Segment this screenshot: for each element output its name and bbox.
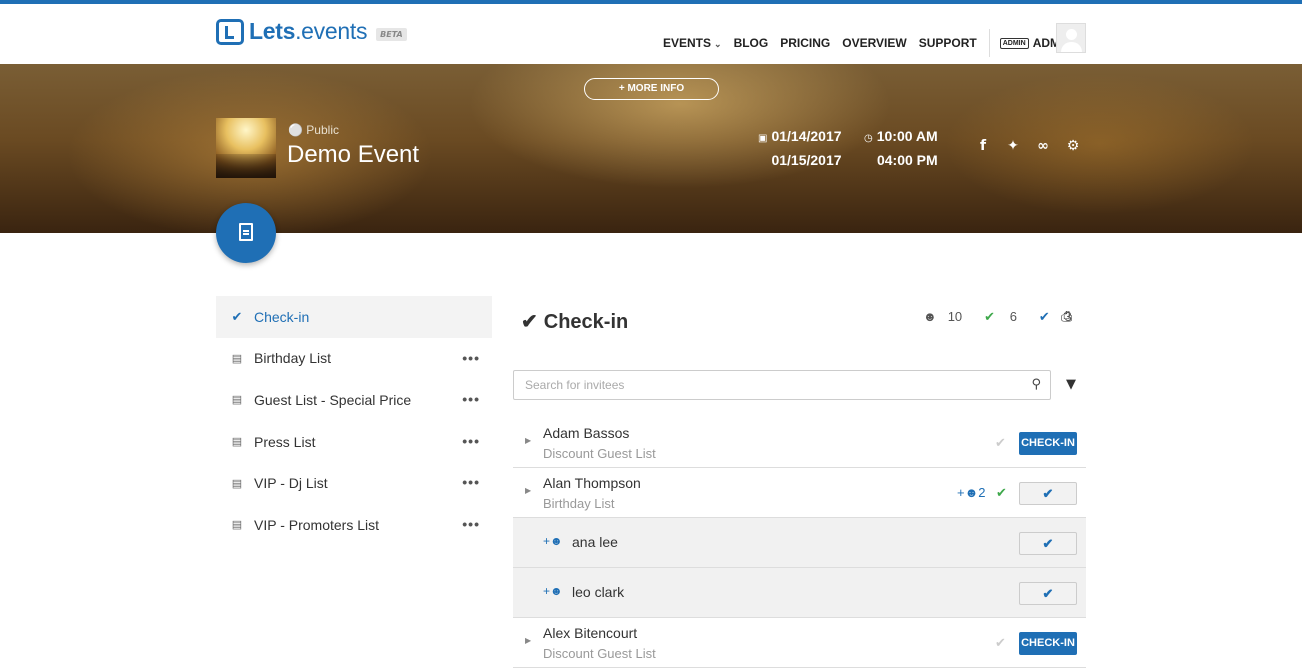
invitee-list-name: Discount Guest List [543, 446, 656, 461]
sidebar-item-guest-list-special-price[interactable]: ▤ Guest List - Special Price ••• [216, 379, 492, 421]
event-title: Demo Event [287, 141, 420, 168]
link-icon[interactable]: ∞ [1036, 138, 1050, 154]
add-user-icon: +☻ [957, 485, 979, 500]
check-icon: ✔ [521, 311, 538, 333]
check-icon: ✔ [995, 635, 1006, 650]
expand-caret-icon[interactable]: ▶ [525, 486, 531, 495]
sidebar-item-press-list[interactable]: ▤ Press List ••• [216, 421, 492, 463]
share-actions: f ✦ ∞ ⚙ [976, 138, 1096, 154]
plus-guests-count: +☻2 [957, 485, 986, 500]
site-header: Lets.events BETA EVENTS ⌄ BLOG PRICING OV… [0, 4, 1302, 64]
nav-overview[interactable]: OVERVIEW [842, 36, 906, 50]
document-icon: ▤ [231, 436, 243, 449]
checked-in-button[interactable]: ✔ [1019, 482, 1077, 505]
nav-support[interactable]: SUPPORT [919, 36, 977, 50]
globe-icon: ⚪ [288, 123, 303, 137]
check-icon: ✔ [995, 435, 1006, 450]
expand-caret-icon[interactable]: ▶ [525, 636, 531, 645]
checked-in-button[interactable]: ✔ [1019, 532, 1077, 555]
admin-badge: ADMIN [999, 37, 1029, 49]
more-info-button[interactable]: + MORE INFO [584, 78, 719, 100]
sidebar-item-label: Guest List - Special Price [254, 391, 412, 408]
print-icon[interactable]: ⎙ [1061, 309, 1072, 325]
search-icon[interactable]: ⚲ [1031, 377, 1041, 392]
page-title: ✔ Check-in [521, 311, 629, 333]
sidebar-item-vip-promoters-list[interactable]: ▤ VIP - Promoters List ••• [216, 504, 492, 546]
invitee-list-name: Discount Guest List [543, 646, 656, 661]
twitter-icon[interactable]: ✦ [1006, 138, 1020, 154]
sidebar-item-birthday-list[interactable]: ▤ Birthday List ••• [216, 338, 492, 380]
document-icon: ▤ [231, 477, 243, 490]
chevron-down-icon: ⌄ [714, 39, 722, 49]
event-banner: + MORE INFO ⚪ Public Demo Event ▣ 01/14/2… [0, 64, 1302, 233]
main-nav: EVENTS ⌄ BLOG PRICING OVERVIEW SUPPORT AD… [663, 29, 1084, 57]
beta-badge: BETA [376, 28, 407, 41]
event-thumbnail [216, 118, 276, 178]
document-icon [239, 223, 253, 241]
check-icon: ✔ [1038, 309, 1050, 324]
logo-text: Lets.events [249, 18, 368, 44]
table-row[interactable]: +☻ leo clark ✔ [513, 568, 1086, 618]
table-row[interactable]: +☻ ana lee ✔ [513, 518, 1086, 568]
clock-icon: ◷ [864, 133, 873, 144]
document-icon: ▤ [231, 352, 243, 365]
event-times: ◷ 10:00 AM 04:00 PM [864, 128, 938, 168]
gear-icon[interactable]: ⚙ [1066, 138, 1080, 154]
guest-name: ana lee [572, 534, 618, 550]
invitee-list-name: Birthday List [543, 496, 615, 511]
sidebar-item-label: VIP - Dj List [254, 475, 328, 492]
sidebar-item-label: VIP - Promoters List [254, 516, 380, 533]
expand-caret-icon[interactable]: ▶ [525, 436, 531, 445]
table-row[interactable]: ▶ Alex Bitencourt Discount Guest List ✔ … [513, 618, 1086, 668]
visibility-label: ⚪ Public [288, 123, 339, 137]
add-user-icon: +☻ [543, 534, 563, 548]
invitee-list: ▶ Adam Bassos Discount Guest List ✔ CHEC… [513, 418, 1086, 668]
logo-icon [216, 18, 244, 45]
table-row[interactable]: ▶ Adam Bassos Discount Guest List ✔ CHEC… [513, 418, 1086, 468]
filter-icon[interactable]: ▼ [1066, 377, 1076, 392]
more-options-icon[interactable]: ••• [462, 391, 480, 407]
invitee-name: Alex Bitencourt [543, 625, 638, 641]
nav-events[interactable]: EVENTS ⌄ [663, 36, 722, 50]
more-options-icon[interactable]: ••• [462, 350, 480, 366]
user-icon: ☻ [923, 309, 937, 324]
avatar[interactable] [1056, 23, 1086, 53]
add-user-icon: +☻ [543, 584, 563, 598]
calendar-icon: ▣ [758, 133, 768, 144]
sidebar-item-vip-dj-list[interactable]: ▤ VIP - Dj List ••• [216, 462, 492, 504]
more-options-icon[interactable]: ••• [462, 474, 480, 490]
nav-blog[interactable]: BLOG [734, 36, 769, 50]
check-icon: ✔ [984, 309, 996, 324]
sidebar-item-check-in[interactable]: ✔ Check-in [216, 296, 492, 338]
checked-in-icon: ✔ [996, 485, 1007, 500]
sidebar-item-label: Press List [254, 433, 316, 450]
event-document-button[interactable] [216, 203, 276, 263]
sidebar-item-label: Birthday List [254, 350, 332, 367]
search-input[interactable] [514, 371, 1014, 399]
check-in-button[interactable]: CHECK-IN [1019, 632, 1077, 655]
nav-pricing[interactable]: PRICING [780, 36, 830, 50]
table-row[interactable]: ▶ Alan Thompson Birthday List +☻2 ✔ ✔ [513, 468, 1086, 518]
total-invitees-stat: ☻ 10 [923, 309, 963, 324]
facebook-icon[interactable]: f [976, 138, 990, 154]
checked-in-stat: ✔ 6 [984, 309, 1017, 324]
sidebar-item-label: Check-in [254, 308, 310, 325]
list-sidebar: ✔ Check-in ▤ Birthday List ••• ▤ Guest L… [216, 296, 492, 546]
document-icon: ▤ [231, 394, 243, 407]
check-icon: ✔ [231, 308, 243, 324]
invitee-name: Adam Bassos [543, 425, 630, 441]
document-icon: ▤ [231, 519, 243, 532]
invitee-name: Alan Thompson [543, 475, 641, 491]
check-in-button[interactable]: CHECK-IN [1019, 432, 1077, 455]
guest-name: leo clark [572, 584, 625, 600]
event-dates: ▣ 01/14/2017 01/15/2017 [758, 128, 842, 168]
logo[interactable]: Lets.events BETA [216, 18, 407, 45]
nav-divider [988, 29, 990, 57]
checked-in-button[interactable]: ✔ [1019, 582, 1077, 605]
more-options-icon[interactable]: ••• [462, 516, 480, 532]
more-options-icon[interactable]: ••• [462, 433, 480, 449]
search-box: ⚲ [513, 370, 1051, 400]
